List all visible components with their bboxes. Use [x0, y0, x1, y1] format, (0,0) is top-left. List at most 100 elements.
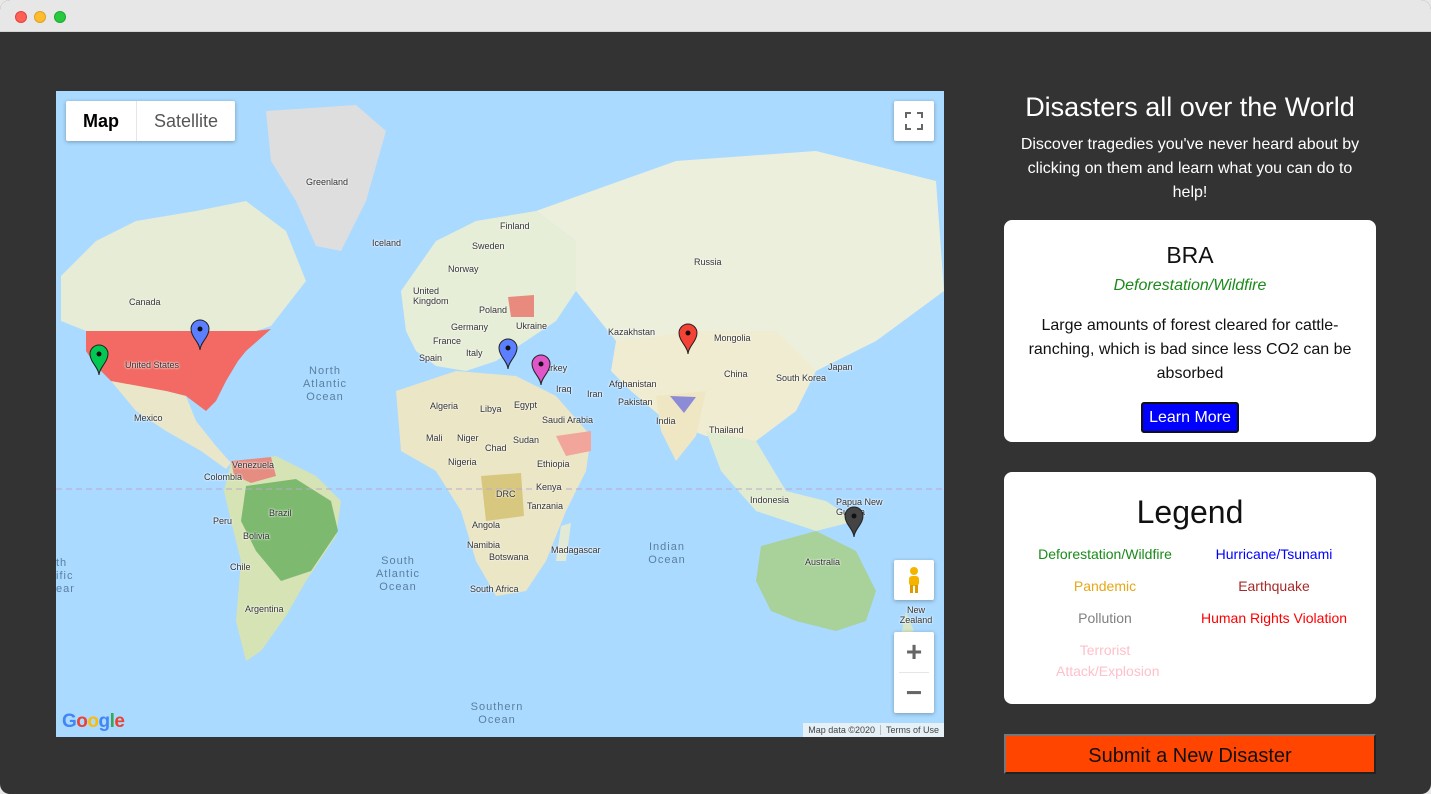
terms-of-use-link[interactable]: Terms of Use — [881, 725, 944, 735]
maximize-window-button[interactable] — [54, 11, 66, 23]
map-label-niger: Niger — [457, 433, 479, 443]
map-label-ukraine: Ukraine — [516, 321, 548, 331]
fullscreen-icon — [905, 112, 923, 130]
map-label-united-kingdom: United Kingdom — [413, 286, 449, 306]
street-view-pegman-button[interactable] — [894, 560, 934, 600]
map-label-venezuela: Venezuela — [232, 460, 275, 470]
legend-item-pandemic: Pandemic — [1073, 578, 1137, 594]
close-window-button[interactable] — [15, 11, 27, 23]
map-label-drc: DRC — [496, 489, 516, 499]
map-label-libya: Libya — [480, 404, 502, 414]
map-label-bolivia: Bolivia — [243, 531, 270, 541]
legend-title: Legend — [1136, 494, 1244, 530]
map-label-argentina: Argentina — [245, 604, 284, 614]
map-label-thailand: Thailand — [709, 425, 744, 435]
map-label-ethiopia: Ethiopia — [537, 459, 570, 469]
map-attribution: Map data ©2020 Terms of Use — [803, 723, 944, 737]
map-type-control: Map Satellite — [66, 101, 236, 141]
map-label-colombia: Colombia — [204, 472, 243, 482]
map-label-indonesia: Indonesia — [750, 495, 790, 505]
disaster-category: Deforestation/Wildfire — [1113, 277, 1267, 294]
map-label-united-states: United States — [125, 360, 180, 370]
ocean-label-south-atlantic: South Atlantic Ocean — [375, 555, 421, 593]
map-label-kazakhstan: Kazakhstan — [608, 327, 656, 337]
map-label-tanzania: Tanzania — [527, 501, 564, 511]
map-label-finland: Finland — [500, 221, 530, 231]
map-label-iran: Iran — [587, 389, 603, 399]
legend-item-pollution: Pollution — [1078, 610, 1132, 626]
page-title: Disasters all over the World — [1025, 92, 1355, 122]
map-label-iraq: Iraq — [556, 384, 572, 394]
map-label-namibia: Namibia — [467, 540, 501, 550]
map-label-botswana: Botswana — [489, 552, 529, 562]
marker-black-png[interactable] — [844, 506, 864, 538]
marker-blue-europe[interactable] — [498, 338, 518, 370]
pegman-icon — [909, 567, 919, 593]
map-label-france: France — [433, 336, 462, 346]
ocean-label-partial: th ific ean — [56, 557, 74, 595]
map-label-iceland: Iceland — [372, 238, 402, 248]
map-label-sweden: Sweden — [472, 241, 505, 251]
map-label-spain: Spain — [419, 353, 443, 363]
map-label-sudan: Sudan — [513, 435, 540, 445]
disaster-description: Large amounts of forest cleared for catt… — [1028, 317, 1352, 382]
minimize-window-button[interactable] — [34, 11, 46, 23]
disaster-country-code: BRA — [1166, 242, 1214, 268]
map-label-chad: Chad — [485, 443, 507, 453]
ocean-label-north-atlantic: North Atlantic Ocean — [302, 365, 348, 403]
marker-pink-turkey[interactable] — [531, 354, 551, 386]
map-label-angola: Angola — [472, 520, 501, 530]
map-label-mali: Mali — [426, 433, 443, 443]
marker-blue-usa[interactable] — [190, 319, 210, 351]
legend-item-earthquake: Earthquake — [1238, 578, 1310, 594]
map-label-japan: Japan — [828, 362, 853, 372]
map-label-peru: Peru — [213, 516, 233, 526]
map-label-new-zealand: New Zealand — [899, 605, 933, 625]
map-label-germany: Germany — [451, 322, 489, 332]
map-label-india: India — [656, 416, 676, 426]
legend-card: Legend Deforestation/Wildfire Hurricane/… — [1004, 472, 1376, 704]
marker-red-asia[interactable] — [678, 323, 698, 355]
map-label-kenya: Kenya — [536, 482, 562, 492]
title-bar — [0, 0, 1431, 32]
map-label-china: China — [724, 369, 748, 379]
submit-disaster-button[interactable]: Submit a New Disaster — [1004, 734, 1376, 774]
zoom-control: + − — [894, 632, 934, 713]
map-label-norway: Norway — [448, 264, 479, 274]
map-label-pakistan: Pakistan — [618, 397, 653, 407]
world-map[interactable]: Map Satellite + − Greenland Iceland Finl… — [56, 91, 944, 737]
map-land — [56, 105, 944, 661]
map-label-egypt: Egypt — [514, 400, 538, 410]
map-label-poland: Poland — [479, 305, 508, 315]
map-type-map-button[interactable]: Map — [66, 101, 136, 141]
google-logo: Google — [62, 711, 125, 732]
disaster-info-card: BRA Deforestation/Wildfire Large amounts… — [1004, 220, 1376, 442]
map-label-algeria: Algeria — [430, 401, 459, 411]
map-label-canada: Canada — [129, 297, 161, 307]
legend-item-deforestation: Deforestation/Wildfire — [1038, 546, 1172, 562]
legend-item-terrorist: Terrorist Attack/Explosion — [1056, 642, 1160, 679]
map-label-saudi-arabia: Saudi Arabia — [542, 415, 594, 425]
map-label-afghanistan: Afghanistan — [609, 379, 657, 389]
map-label-australia: Australia — [805, 557, 841, 567]
learn-more-button[interactable]: Learn More — [1141, 402, 1239, 433]
zoom-out-button[interactable]: − — [894, 673, 934, 713]
map-label-mongolia: Mongolia — [714, 333, 751, 343]
fullscreen-button[interactable] — [894, 101, 934, 141]
map-label-brazil: Brazil — [269, 508, 292, 518]
map-label-south-korea: South Korea — [776, 373, 827, 383]
marker-green[interactable] — [89, 344, 109, 376]
map-label-madagascar: Madagascar — [551, 545, 601, 555]
map-label-south-africa: South Africa — [470, 584, 519, 594]
intro-text: Discover tragedies you've never heard ab… — [1020, 136, 1360, 201]
ocean-label-indian: Indian Ocean — [648, 541, 686, 566]
map-label-chile: Chile — [230, 562, 251, 572]
legend-item-hurricane: Hurricane/Tsunami — [1215, 546, 1333, 562]
map-data-credit: Map data ©2020 — [808, 725, 875, 735]
app-window: Map Satellite + − Greenland Iceland Finl… — [0, 0, 1431, 794]
map-label-italy: Italy — [466, 348, 483, 358]
zoom-in-button[interactable]: + — [894, 632, 934, 672]
legend-item-human-rights: Human Rights Violation — [1200, 610, 1348, 626]
map-type-satellite-button[interactable]: Satellite — [137, 101, 235, 141]
map-label-greenland: Greenland — [306, 177, 349, 187]
